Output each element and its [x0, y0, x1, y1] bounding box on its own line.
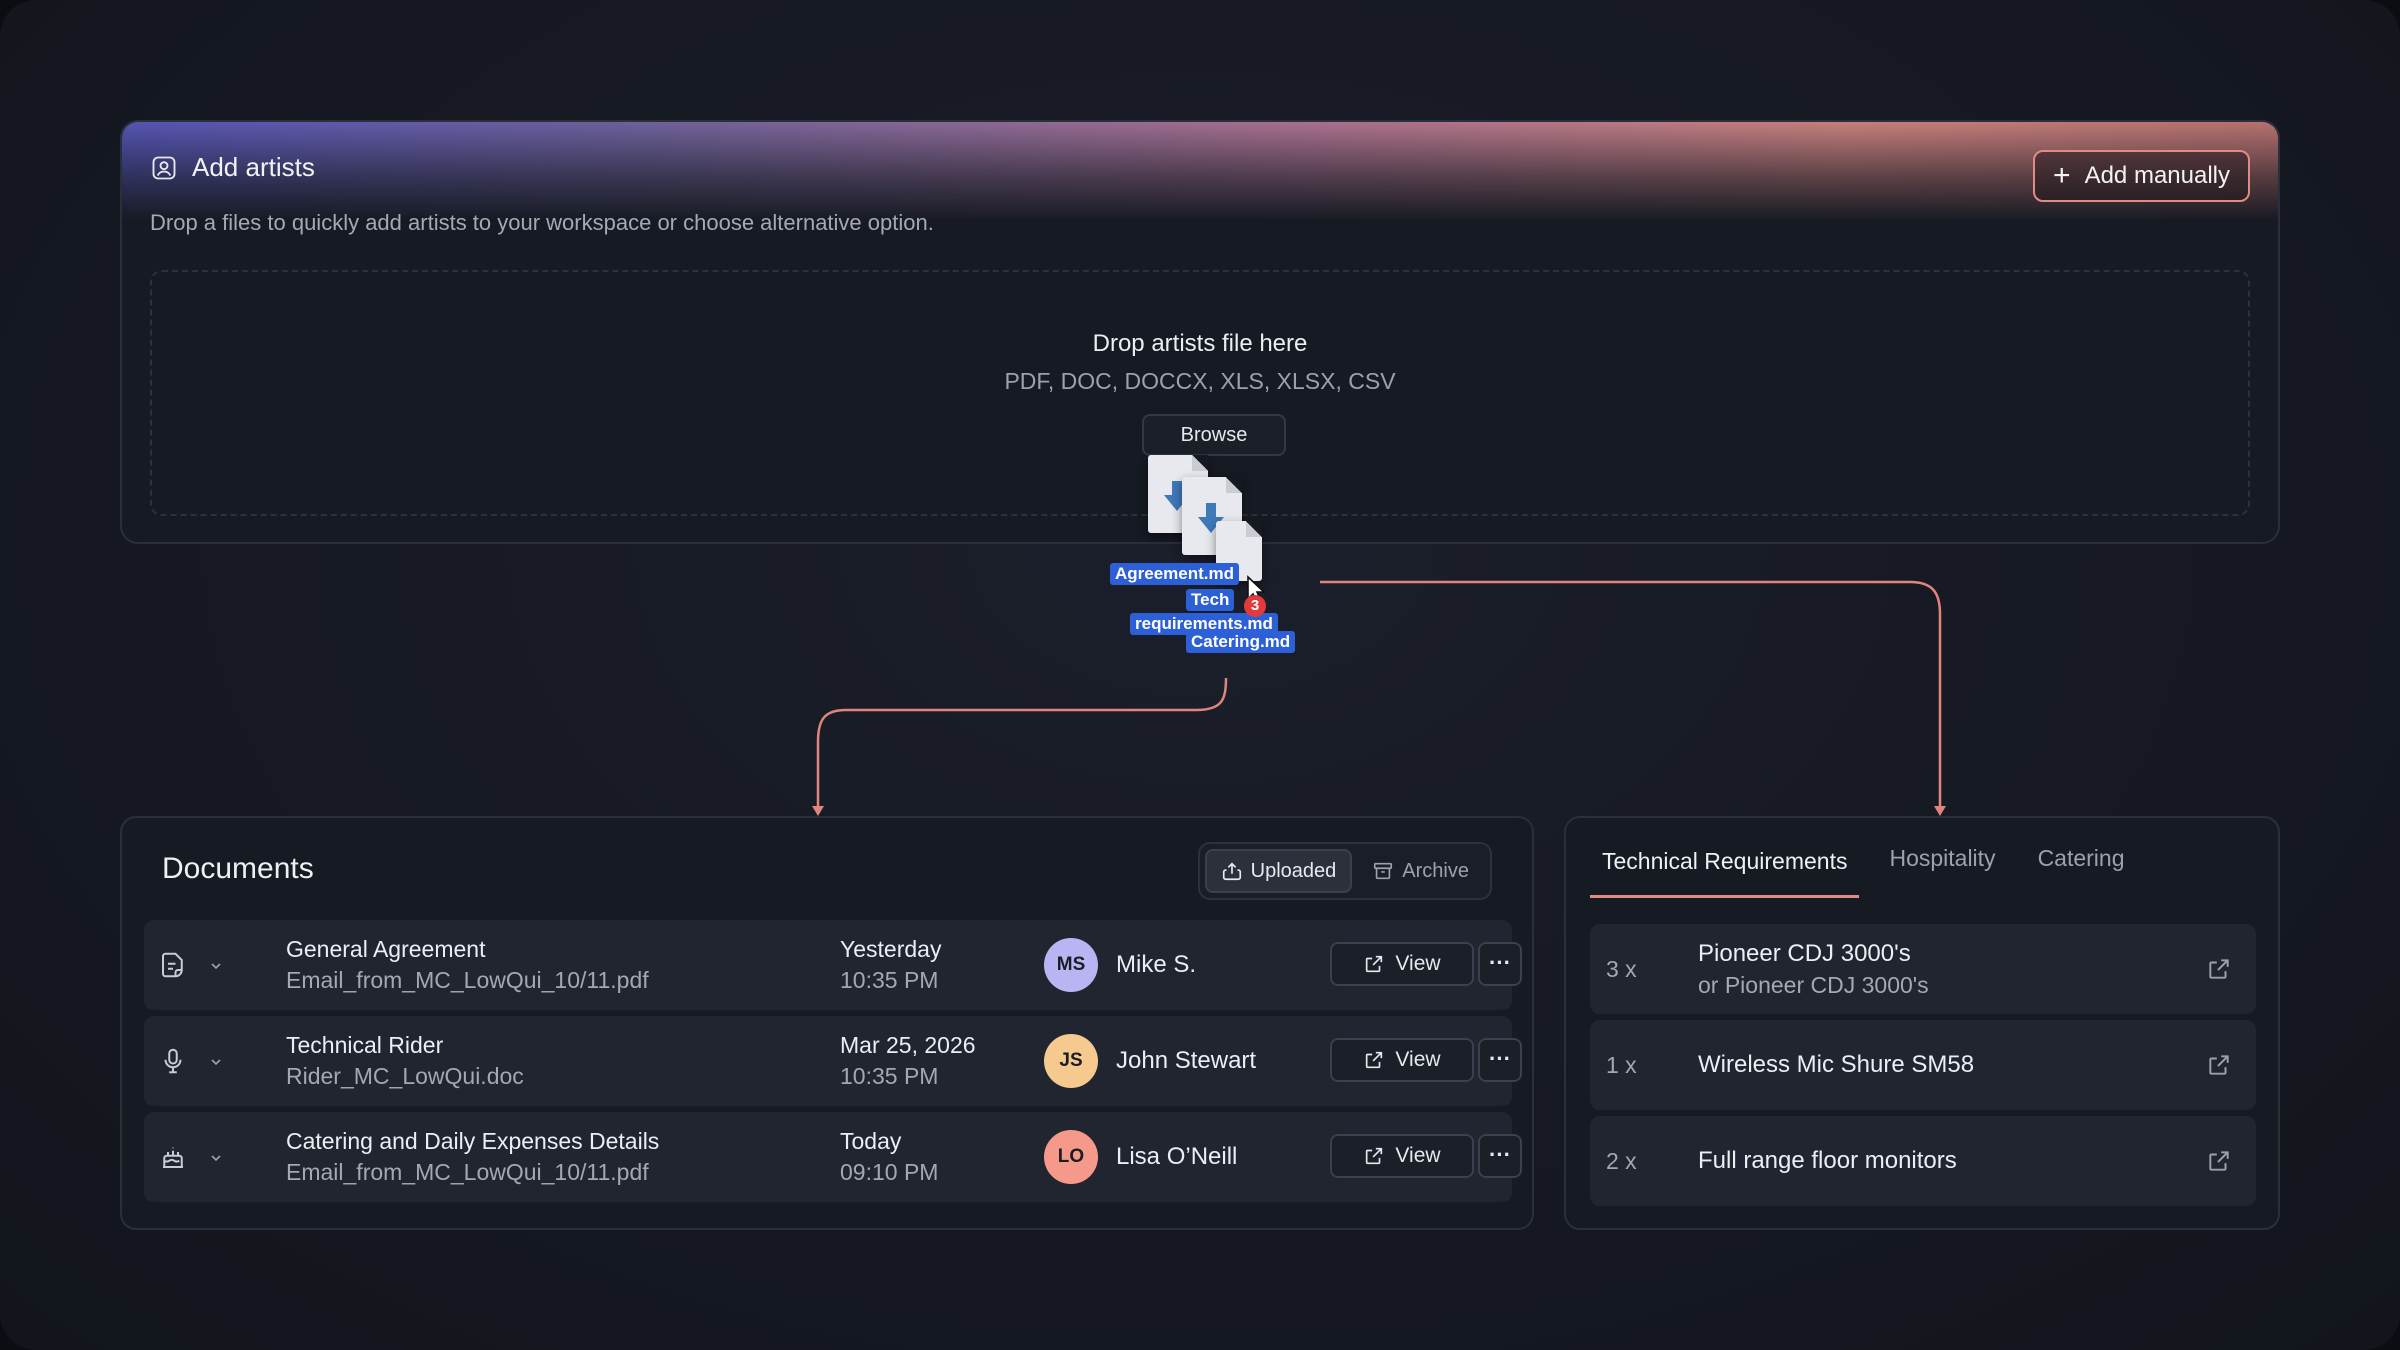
add-manually-button[interactable]: + Add manually [2033, 150, 2250, 202]
requirement-name: Wireless Mic Shure SM58 [1698, 1051, 1975, 1078]
more-icon: ··· [1489, 1142, 1511, 1167]
tab-catering[interactable]: Catering [2026, 818, 2137, 898]
chevron-down-icon[interactable] [208, 958, 224, 974]
requirement-name: Full range floor monitors [1698, 1147, 1957, 1174]
user-square-icon [152, 156, 176, 179]
requirements-panel: Technical Requirements Hospitality Cater… [1564, 816, 2280, 1230]
external-link-icon [1366, 1051, 1383, 1069]
documents-segmented-control: Uploaded Archive [1197, 842, 1492, 900]
external-link-icon[interactable] [2206, 1052, 2232, 1078]
segment-uploaded[interactable]: Uploaded [1204, 849, 1353, 893]
tab-technical-requirements[interactable]: Technical Requirements [1590, 824, 1860, 898]
upload-icon [1222, 862, 1241, 881]
requirement-name: Pioneer CDJ 3000's [1698, 940, 1911, 967]
requirement-quantity: 3 x [1606, 956, 1637, 982]
file-label: Catering.md [1186, 631, 1296, 653]
uploader-name: Mike S. [1116, 951, 1197, 978]
uploader-name: Lisa O’Neill [1116, 1143, 1238, 1170]
uploader-name: John Stewart [1116, 1047, 1257, 1074]
avatar: MS [1044, 938, 1098, 992]
external-link-icon[interactable] [2206, 1148, 2232, 1174]
document-time: 09:10 PM [840, 1159, 939, 1185]
document-filename: Email_from_MC_LowQui_10/11.pdf [286, 1159, 649, 1185]
document-date: Mar 25, 2026 [840, 1032, 976, 1058]
view-button[interactable]: View [1330, 942, 1474, 986]
dragged-files[interactable]: Agreement.md Tech requirements.md Cateri… [1100, 455, 1320, 665]
requirements-tabs: Technical Requirements Hospitality Cater… [1590, 818, 2155, 898]
document-date: Today [840, 1128, 902, 1154]
document-row[interactable]: General Agreement Email_from_MC_LowQui_1… [144, 920, 1522, 1010]
dropzone-file-types: PDF, DOC, DOCCX, XLS, XLSX, CSV [1004, 368, 1396, 394]
view-button[interactable]: View [1330, 1134, 1474, 1178]
documents-title: Documents [162, 852, 314, 885]
view-button[interactable]: View [1330, 1038, 1474, 1082]
cake-icon [163, 1147, 183, 1168]
document-name: Catering and Daily Expenses Details [286, 1128, 660, 1154]
tab-hospitality[interactable]: Hospitality [1877, 818, 2007, 898]
more-options-button[interactable]: ··· [1478, 1134, 1522, 1178]
document-row[interactable]: Technical Rider Rider_MC_LowQui.doc Mar … [144, 1016, 1522, 1106]
requirement-alternative: or Pioneer CDJ 3000's [1698, 972, 1929, 998]
avatar: LO [1044, 1130, 1098, 1184]
more-icon: ··· [1489, 950, 1511, 975]
archive-icon [1374, 862, 1393, 880]
requirement-item[interactable]: 1 x Wireless Mic Shure SM58 [1590, 1020, 2256, 1110]
plus-icon: + [2053, 159, 2071, 192]
document-time: 10:35 PM [840, 967, 939, 993]
external-link-icon [1366, 955, 1383, 973]
requirement-quantity: 2 x [1606, 1148, 1637, 1174]
document-filename: Rider_MC_LowQui.doc [286, 1063, 524, 1089]
panel-gradient [122, 122, 2278, 222]
document-name: Technical Rider [286, 1032, 444, 1058]
document-date: Yesterday [840, 936, 942, 962]
more-icon: ··· [1489, 1046, 1511, 1071]
chevron-down-icon[interactable] [208, 1150, 224, 1166]
file-label: Tech [1186, 589, 1235, 611]
file-count-badge: 3 [1244, 595, 1266, 617]
requirement-item[interactable]: 3 x Pioneer CDJ 3000's or Pioneer CDJ 30… [1590, 924, 2256, 1014]
requirement-quantity: 1 x [1606, 1052, 1637, 1078]
documents-panel: Documents Uploaded Archive General Agree… [120, 816, 1534, 1230]
file-label: Agreement.md [1110, 563, 1240, 585]
avatar: JS [1044, 1034, 1098, 1088]
document-row[interactable]: Catering and Daily Expenses Details Emai… [144, 1112, 1522, 1202]
dropzone-title: Drop artists file here [1092, 330, 1308, 357]
document-time: 10:35 PM [840, 1063, 939, 1089]
chevron-down-icon[interactable] [208, 1054, 224, 1070]
add-artists-header: Add artists [150, 152, 315, 183]
add-manually-label: Add manually [2084, 162, 2230, 189]
document-name: General Agreement [286, 936, 486, 962]
add-artists-subtitle: Drop a files to quickly add artists to y… [150, 210, 934, 235]
more-options-button[interactable]: ··· [1478, 942, 1522, 986]
external-link-icon[interactable] [2206, 956, 2232, 982]
external-link-icon [1366, 1147, 1383, 1165]
requirement-item[interactable]: 2 x Full range floor monitors [1590, 1116, 2256, 1206]
microphone-icon [164, 1048, 182, 1074]
document-filename: Email_from_MC_LowQui_10/11.pdf [286, 967, 649, 993]
browse-button[interactable]: Browse [1142, 414, 1286, 456]
segment-archive[interactable]: Archive [1356, 849, 1485, 893]
more-options-button[interactable]: ··· [1478, 1038, 1522, 1082]
document-icon [162, 952, 183, 978]
add-artists-title: Add artists [192, 152, 315, 182]
